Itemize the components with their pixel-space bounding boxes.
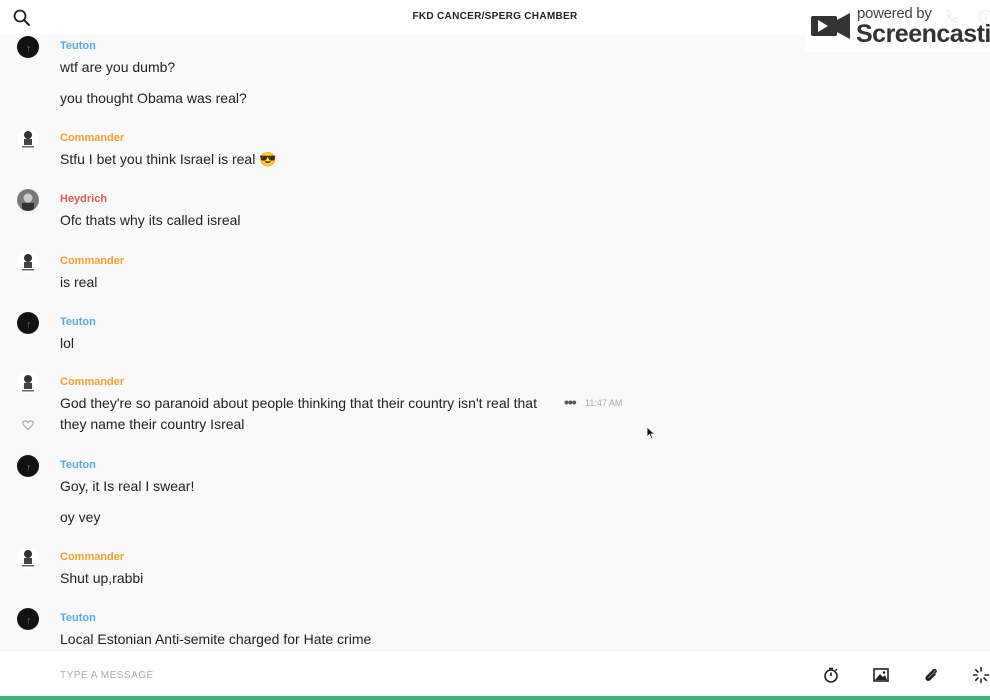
message-more-button[interactable]: ••• [564,394,577,410]
avatar[interactable] [17,547,39,569]
message-text: Shut up,rabbi [60,570,144,586]
message-text: wtf are you dumb? [60,59,176,75]
message-list[interactable]: ᛉ Teuton wtf are you dumb? you thought O… [0,35,990,650]
message-text: they name their country Isreal [60,416,245,432]
message-author[interactable]: Teuton [60,612,96,624]
message-text: Ofc thats why its called isreal [60,212,241,228]
message-author[interactable]: Commander [60,132,124,144]
avatar[interactable]: ᛉ [17,608,39,630]
message-text: oy vey [60,509,101,525]
message-input[interactable] [60,663,760,687]
status-strip [0,696,990,700]
svg-text:ᛉ: ᛉ [27,46,31,53]
mouse-cursor-icon [646,426,656,440]
message-author[interactable]: Commander [60,376,124,388]
screencastify-watermark: powered by Screencastify [805,0,990,52]
message-text: is real [60,274,98,290]
screencastify-logo-icon [811,13,850,39]
avatar[interactable]: ᛉ [17,312,39,334]
avatar[interactable] [17,189,39,211]
message-text: God they're so paranoid about people thi… [60,395,537,411]
message-author[interactable]: Teuton [60,40,96,52]
message-text: you thought Obama was real? [60,90,247,106]
message-text: Goy, it Is real I swear! [60,478,195,494]
message-composer [0,650,990,700]
svg-text:ᛉ: ᛉ [27,465,31,472]
avatar[interactable] [17,251,39,273]
heart-icon[interactable] [22,419,34,431]
svg-text:ᛉ: ᛉ [27,618,31,625]
message-author[interactable]: Commander [60,255,124,267]
image-icon[interactable] [872,666,890,684]
message-author[interactable]: Teuton [60,459,96,471]
sparkle-icon[interactable] [972,666,990,684]
paperclip-icon[interactable] [922,666,940,684]
message-author[interactable]: Commander [60,551,124,563]
avatar[interactable]: ᛉ [17,455,39,477]
message-author[interactable]: Teuton [60,316,96,328]
message-text: lol [60,335,75,351]
message-author[interactable]: Heydrich [60,193,107,205]
avatar[interactable] [17,128,39,150]
message-text: Local Estonian Anti-semite charged for H… [60,631,372,647]
avatar[interactable] [17,372,39,394]
message-text: Stfu I bet you think Israel is real 😎 [60,151,277,167]
stopwatch-icon[interactable] [822,666,840,684]
watermark-brand: Screencastify [856,20,990,48]
message-timestamp: 11:47 AM [585,398,623,408]
svg-text:ᛉ: ᛉ [27,322,31,329]
avatar[interactable]: ᛉ [17,36,39,58]
